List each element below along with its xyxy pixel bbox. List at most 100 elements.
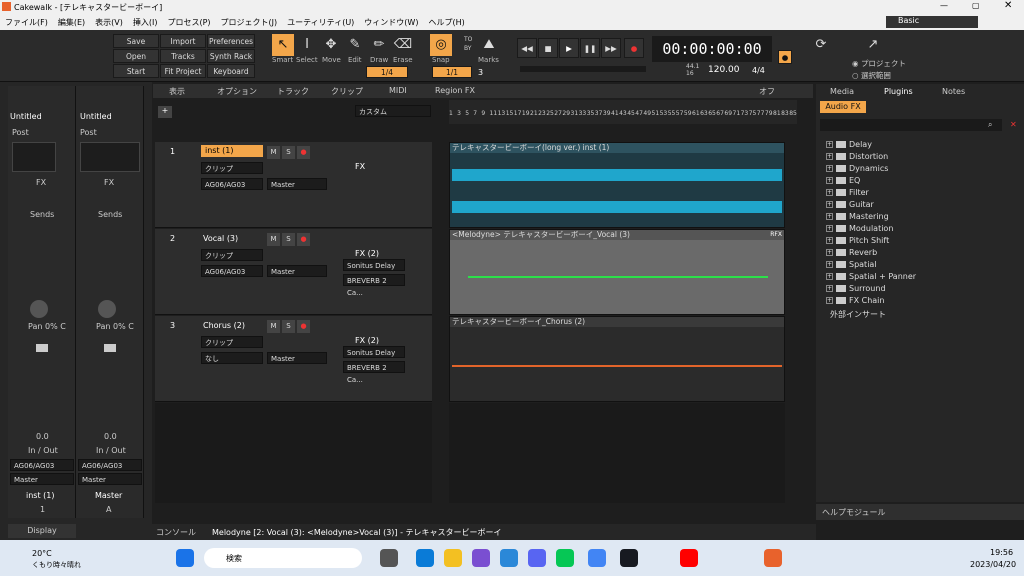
track-input[interactable]: AG06/AG03 <box>201 265 263 277</box>
expand-icon[interactable]: + <box>826 177 833 184</box>
track-input[interactable]: なし <box>201 352 263 364</box>
smart-tool-button[interactable]: ↖ <box>272 34 294 56</box>
timeline-ruler[interactable]: 1 3 5 7 9 11 13 15 17 19 21 23 25 27 29 31 33 35 37 39 41 43 4… <box>449 100 797 124</box>
display-tab[interactable]: Display <box>8 524 76 538</box>
fx-plugin-delay[interactable]: Sonitus Delay <box>343 259 405 271</box>
mute-button[interactable]: M <box>267 146 280 159</box>
audio-clip[interactable]: テレキャスタービーボーイ(long ver.) inst (1) <box>449 142 785 228</box>
track-output[interactable]: Master <box>267 352 327 364</box>
save-button[interactable]: Save <box>113 34 159 48</box>
melodyne-tab[interactable]: Melodyne [2: Vocal (3): <Melodyne>Vocal … <box>212 527 502 538</box>
close-icon[interactable]: ✕ <box>1004 0 1012 11</box>
fx-bin[interactable]: FX (2) <box>355 249 379 258</box>
taskview-icon[interactable] <box>380 549 398 567</box>
chrome-icon[interactable] <box>588 549 606 567</box>
fx-bin[interactable]: FX <box>355 162 365 171</box>
menu-window[interactable]: ウィンドウ(W) <box>364 17 418 28</box>
midi-menu[interactable]: MIDI <box>389 86 407 95</box>
mute-button[interactable]: M <box>267 233 280 246</box>
fx-bin[interactable]: FX (2) <box>355 336 379 345</box>
open-button[interactable]: Open <box>113 49 159 63</box>
edit-tool-button[interactable]: ✎ <box>344 34 366 56</box>
synth-rack-button[interactable]: Synth Rack <box>207 49 255 63</box>
menu-insert[interactable]: 挿入(I) <box>133 17 158 28</box>
fit-project-button[interactable]: Fit Project <box>160 64 206 78</box>
track-menu[interactable]: トラック <box>277 86 309 97</box>
radio-selection[interactable]: ○ <box>852 71 861 80</box>
output-select-2[interactable]: Master <box>78 473 142 485</box>
menu-file[interactable]: ファイル(F) <box>5 17 48 28</box>
plugin-category[interactable]: + Mastering <box>826 212 889 221</box>
audio-fx-button[interactable]: Audio FX <box>820 101 866 113</box>
mute-button[interactable]: M <box>267 320 280 333</box>
prochannel-preset-2[interactable]: Untitled <box>80 112 112 121</box>
off-label[interactable]: オフ <box>759 86 775 97</box>
volume-fader[interactable] <box>36 344 48 352</box>
expand-icon[interactable]: + <box>826 237 833 244</box>
discord-icon[interactable] <box>528 549 546 567</box>
record-button[interactable]: ● <box>624 38 644 58</box>
explorer-icon[interactable] <box>444 549 462 567</box>
plugins-tab[interactable]: Plugins <box>884 87 913 96</box>
add-track-button[interactable]: + <box>158 106 172 118</box>
expand-icon[interactable]: + <box>826 165 833 172</box>
keyboard-button[interactable]: Keyboard <box>207 64 255 78</box>
search-icon[interactable]: ⌕ <box>988 120 992 130</box>
expand-icon[interactable]: + <box>826 153 833 160</box>
cakewalk-taskbar-icon[interactable] <box>764 549 782 567</box>
position-slider[interactable] <box>520 66 646 72</box>
external-insert[interactable]: 外部インサート <box>830 309 886 320</box>
menu-help[interactable]: ヘルプ(H) <box>428 17 464 28</box>
youtube-icon[interactable] <box>680 549 698 567</box>
snap-resolution[interactable]: 1/4 <box>366 66 408 78</box>
start-icon[interactable] <box>176 549 194 567</box>
track-type[interactable]: クリップ <box>201 249 263 261</box>
audio-clip[interactable]: テレキャスタービーボーイ_Chorus (2) <box>449 316 785 402</box>
track-name[interactable]: inst (1) <box>201 145 263 157</box>
plugin-category[interactable]: + EQ <box>826 176 860 185</box>
clip-menu[interactable]: クリップ <box>331 86 363 97</box>
expand-icon[interactable]: + <box>826 261 833 268</box>
fx-plugin-delay[interactable]: Sonitus Delay <box>343 346 405 358</box>
track-type[interactable]: クリップ <box>201 336 263 348</box>
import-button[interactable]: Import <box>160 34 206 48</box>
media-tab[interactable]: Media <box>830 87 854 96</box>
search-box[interactable]: 検索 <box>204 548 362 568</box>
plugin-category[interactable]: + Delay <box>826 140 872 149</box>
select-tool-button[interactable]: I <box>296 34 318 56</box>
expand-icon[interactable]: + <box>826 201 833 208</box>
expand-icon[interactable]: + <box>826 189 833 196</box>
arm-button[interactable]: ● <box>297 146 310 159</box>
clear-search-icon[interactable]: ✕ <box>1010 120 1017 129</box>
move-tool-button[interactable]: ✥ <box>320 34 342 56</box>
pan-knob-2[interactable] <box>98 300 116 318</box>
track-1[interactable]: 1 inst (1) M S ● クリップ AG06/AG03 Master F… <box>155 142 432 228</box>
plugin-category[interactable]: + Dynamics <box>826 164 888 173</box>
tracks-button[interactable]: Tracks <box>160 49 206 63</box>
menu-edit[interactable]: 編集(E) <box>58 17 85 28</box>
loop-icon[interactable]: ⟳ <box>810 34 832 56</box>
expand-icon[interactable]: + <box>826 225 833 232</box>
tempo-display[interactable]: 120.00 <box>708 65 740 75</box>
plugin-category[interactable]: + Reverb <box>826 248 877 257</box>
menu-process[interactable]: プロセス(P) <box>167 17 210 28</box>
snap-value[interactable]: 1/1 <box>432 66 472 78</box>
edge-icon[interactable] <box>416 549 434 567</box>
preferences-button[interactable]: Preferences <box>207 34 255 48</box>
maximize-icon[interactable]: ▢ <box>972 1 980 10</box>
plugin-category[interactable]: + Filter <box>826 188 869 197</box>
marks-icon[interactable]: ⛰ <box>478 34 500 56</box>
track-2[interactable]: 2 Vocal (3) M S ● クリップ AG06/AG03 Master … <box>155 229 432 315</box>
fx-bin-label-2[interactable]: FX <box>104 178 114 187</box>
plugin-category[interactable]: + Surround <box>826 284 886 293</box>
plugin-search-input[interactable] <box>820 119 1002 131</box>
erase-tool-button[interactable]: ⌫ <box>392 34 414 56</box>
input-select-2[interactable]: AG06/AG03 <box>78 459 142 471</box>
pan-knob[interactable] <box>30 300 48 318</box>
track-name[interactable]: Chorus (2) <box>203 321 245 330</box>
track-type[interactable]: クリップ <box>201 162 263 174</box>
meter-display[interactable]: 4/4 <box>752 66 765 75</box>
region-fx-menu[interactable]: Region FX <box>435 86 475 95</box>
expand-icon[interactable]: + <box>826 213 833 220</box>
expand-icon[interactable]: + <box>826 249 833 256</box>
